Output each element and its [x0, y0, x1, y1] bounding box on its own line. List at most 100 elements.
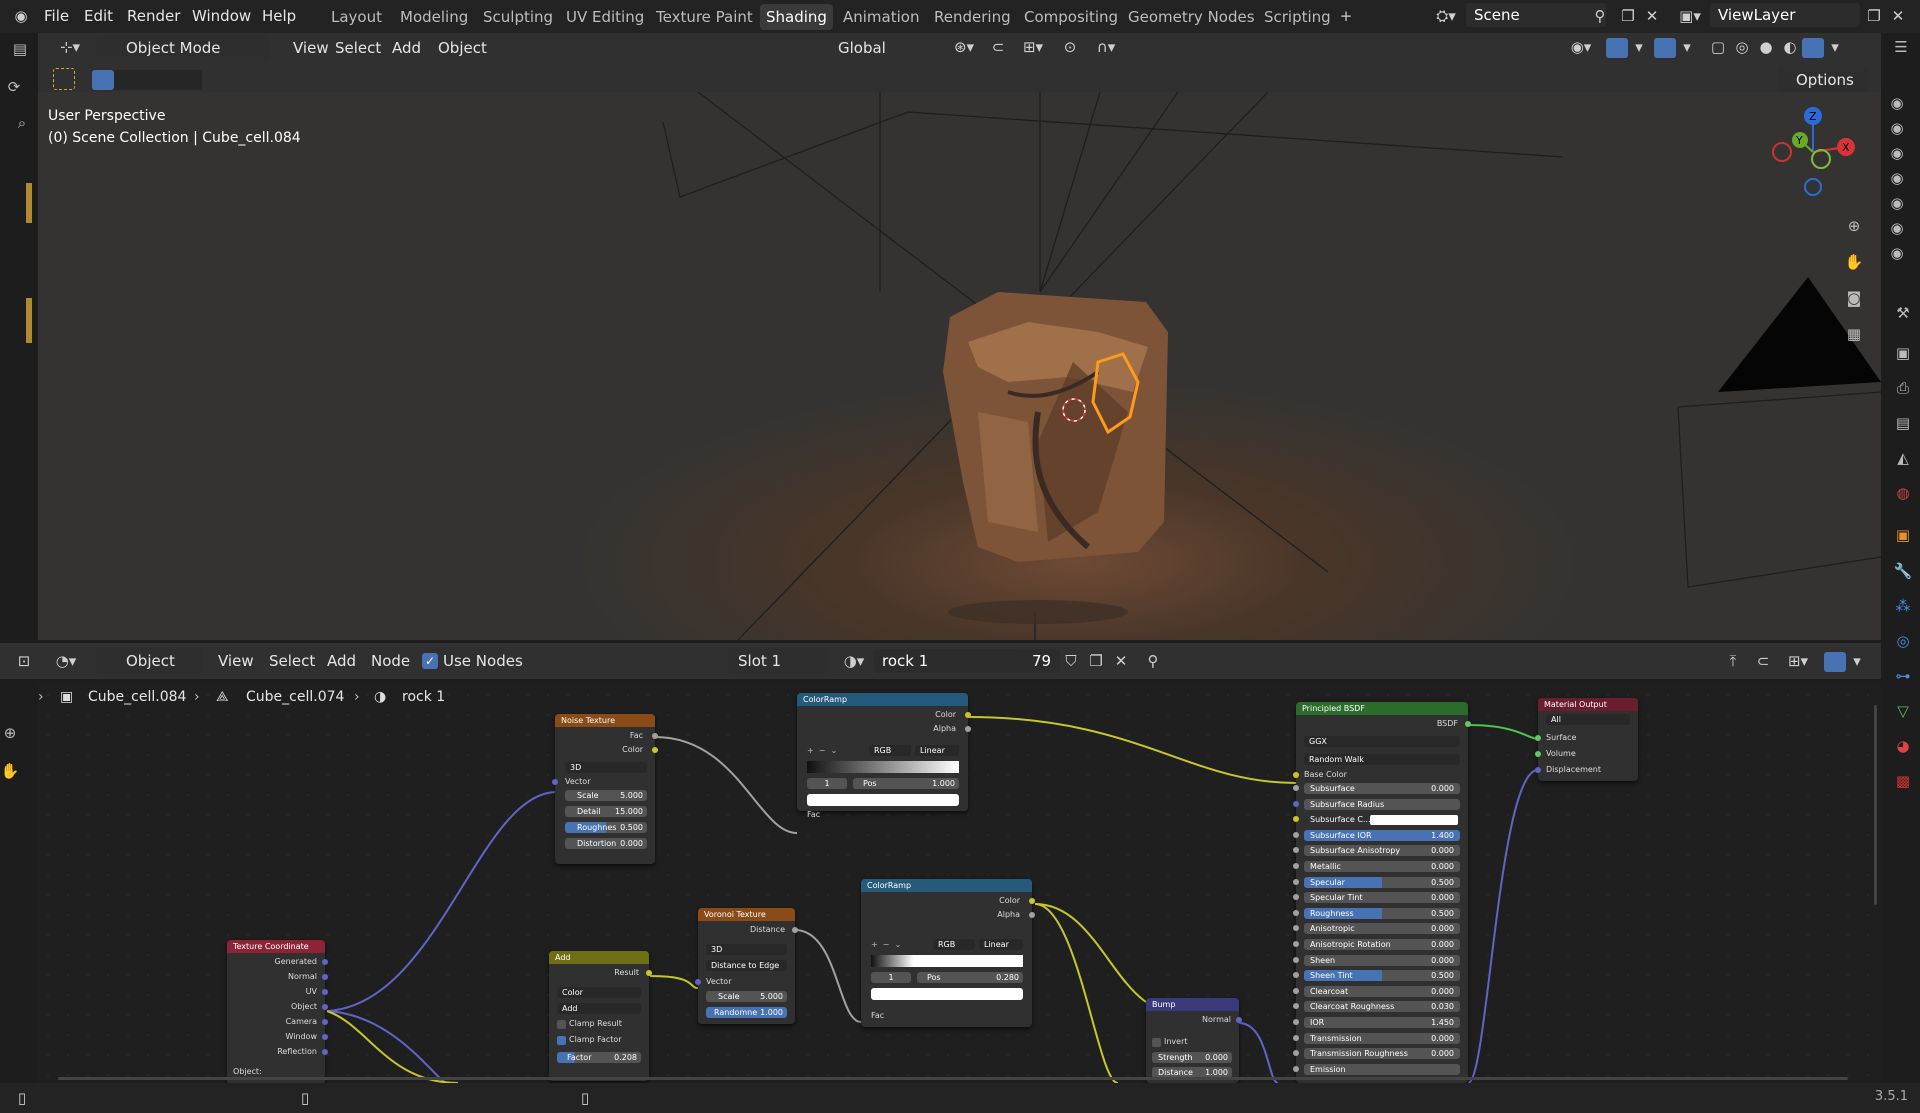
stop-color-swatch[interactable] [871, 988, 1023, 1000]
transform-orientation-dropdown[interactable]: Global [808, 35, 938, 61]
subsurface-color-swatch[interactable] [1370, 815, 1458, 826]
bsdf-input-socket[interactable] [1293, 1003, 1299, 1010]
output-tab-icon[interactable]: ⎙ [1893, 378, 1913, 398]
vector-input-socket[interactable] [695, 979, 701, 985]
dimensions-dropdown[interactable]: 3D [565, 762, 647, 773]
shading-dropdown-icon[interactable]: ▾ [1828, 35, 1842, 59]
bsdf-input-socket[interactable] [1293, 863, 1299, 869]
blender-logo-icon[interactable]: ◉ [8, 4, 34, 28]
bsdf-input-11[interactable]: Sheen 0.000 [1304, 954, 1460, 966]
alpha-output-socket[interactable] [965, 726, 971, 732]
tab-layout[interactable]: Layout [325, 4, 388, 30]
snap-node-icon[interactable]: ⊞▾ [1780, 649, 1816, 673]
menu-file[interactable]: File [44, 4, 69, 29]
camera-visibility-icon[interactable]: ◉ [1887, 243, 1907, 263]
scene-tab-icon[interactable]: ◭ [1893, 448, 1913, 468]
normal-socket[interactable] [322, 974, 328, 980]
new-scene-icon[interactable]: ❐ [1618, 4, 1638, 28]
node-editor-type-icon[interactable]: ⊡ [12, 649, 36, 673]
bsdf-input-socket[interactable] [1293, 847, 1299, 854]
select-new-icon[interactable] [92, 70, 114, 90]
bsdf-input-socket[interactable] [1293, 1050, 1299, 1057]
bsdf-input-socket[interactable] [1293, 785, 1299, 791]
bsdf-input-5[interactable]: Metallic 0.000 [1304, 861, 1460, 872]
bsdf-input-12[interactable]: Sheen Tint 0.500 [1304, 970, 1460, 982]
invert-checkbox[interactable] [1152, 1038, 1161, 1047]
bsdf-input-socket[interactable] [1293, 941, 1299, 947]
add-node-icon[interactable]: ⊕ [0, 723, 20, 743]
bsdf-input-socket[interactable] [1293, 878, 1299, 885]
delete-scene-icon[interactable]: ✕ [1642, 4, 1662, 28]
pin-icon[interactable]: ⚲ [1142, 649, 1164, 673]
tab-compositing[interactable]: Compositing [1018, 4, 1124, 30]
camera-visibility-icon[interactable]: ◉ [1887, 118, 1907, 138]
properties-menu-icon[interactable]: ☰ [1891, 37, 1911, 57]
ramp-add-remove-icons[interactable]: + − ⌄ [871, 939, 901, 951]
scene-selector-icon[interactable]: ⛭▾ [1428, 4, 1464, 28]
tab-sculpting[interactable]: Sculpting [477, 4, 559, 30]
material-name-field[interactable]: rock 1 [874, 649, 1024, 673]
node-menu-view[interactable]: View [218, 649, 254, 673]
add-workspace-icon[interactable]: + [1336, 4, 1356, 28]
bsdf-input-14[interactable]: Clearcoat Roughness 0.030 [1304, 1001, 1460, 1013]
parent-node-tree-icon[interactable]: ⤒ [1722, 649, 1744, 673]
noise-texture-node[interactable]: Noise Texture Fac Color 3D Vector Scale 5… [552, 714, 658, 864]
pan-hand-icon[interactable]: ✋ [0, 761, 20, 781]
overlay-dropdown-icon[interactable]: ▾ [1680, 35, 1694, 59]
camera-visibility-icon[interactable]: ◉ [1887, 93, 1907, 113]
texture-coordinate-node[interactable]: Texture Coordinate Generated Normal UV O… [227, 940, 328, 1083]
clamp-factor-checkbox[interactable] [557, 1036, 566, 1045]
voronoi-texture-node[interactable]: Voronoi Texture Distance 3D Distance to … [695, 908, 798, 1024]
view-layer-field[interactable]: ViewLayer [1710, 3, 1860, 27]
bsdf-input-socket[interactable] [1293, 894, 1299, 901]
dimensions-dropdown[interactable]: 3D [706, 944, 787, 955]
material-shading-icon[interactable]: ◐ [1780, 35, 1800, 59]
target-dropdown[interactable]: All [1546, 714, 1630, 725]
ortho-toggle-icon[interactable]: ▦ [1844, 324, 1864, 344]
color-ramp-node-2[interactable]: ColorRamp Color Alpha + − ⌄ RGB Linear 1… [861, 879, 1035, 1027]
camera-visibility-icon[interactable]: ◉ [1887, 143, 1907, 163]
menu-render[interactable]: Render [127, 4, 180, 29]
rendered-shading-button[interactable] [1802, 38, 1824, 58]
camera-visibility-icon[interactable]: ◉ [1887, 168, 1907, 188]
color-mode-dropdown[interactable]: RGB [933, 939, 975, 950]
menu-select[interactable]: Select [335, 36, 381, 60]
material-users-count[interactable]: 79 [1024, 649, 1060, 673]
bsdf-input-8[interactable]: Roughness 0.500 [1304, 907, 1460, 919]
vertical-scrollbar[interactable] [1874, 705, 1877, 905]
bsdf-input-socket[interactable] [1293, 816, 1299, 823]
bsdf-input-socket[interactable] [1293, 1065, 1299, 1072]
bsdf-input-3[interactable]: Subsurface IOR 1.400 [1304, 829, 1460, 841]
constraints-tab-icon[interactable]: ⊶ [1893, 666, 1913, 686]
render-tab-icon[interactable]: ▣ [1893, 343, 1913, 363]
strength-slider[interactable]: Strength 0.000 [1152, 1052, 1232, 1063]
gizmo-dropdown-icon[interactable]: ▾ [1632, 35, 1646, 59]
view-layer-icon[interactable]: ▣▾ [1672, 4, 1708, 28]
distribution-dropdown[interactable]: GGX [1304, 736, 1460, 747]
distance-output-socket[interactable] [792, 927, 798, 933]
gradient-preview[interactable] [871, 955, 1023, 967]
stop-index-field[interactable]: 1 [871, 972, 911, 983]
options-dropdown[interactable]: Options [1778, 67, 1868, 93]
selection-mode-buttons[interactable] [92, 70, 202, 90]
color-ramp-node-1[interactable]: ColorRamp Color Alpha + − ⌄ RGB Linear 1… [797, 693, 971, 819]
shader-type-icon[interactable]: ◔▾ [48, 649, 84, 673]
detail-slider[interactable]: Detail 15.000 [565, 806, 647, 817]
scale-slider[interactable]: Scale 5.000 [565, 790, 647, 801]
delete-view-layer-icon[interactable]: ✕ [1888, 4, 1908, 28]
new-view-layer-icon[interactable]: ❐ [1864, 4, 1884, 28]
snap-target-icon[interactable]: ⊞▾ [1013, 35, 1053, 59]
visibility-icon[interactable]: ◉▾ [1563, 35, 1599, 59]
tab-modeling[interactable]: Modeling [394, 4, 474, 30]
node-overlay-button[interactable] [1824, 652, 1846, 672]
object-type-dropdown[interactable]: Object [96, 648, 202, 674]
randomness-slider[interactable]: Randomne 1.000 [706, 1007, 787, 1018]
bsdf-input-socket[interactable] [1293, 831, 1299, 838]
alpha-output-socket[interactable] [1029, 912, 1035, 918]
vector-input-socket[interactable] [552, 779, 558, 785]
clamp-result-checkbox[interactable] [557, 1020, 566, 1029]
tab-uv-editing[interactable]: UV Editing [560, 4, 650, 30]
bsdf-input-17[interactable]: Transmission Roughness 0.000 [1304, 1048, 1460, 1060]
bsdf-input-socket[interactable] [1293, 925, 1299, 932]
bsdf-input-1[interactable]: Subsurface Radius [1304, 798, 1460, 810]
